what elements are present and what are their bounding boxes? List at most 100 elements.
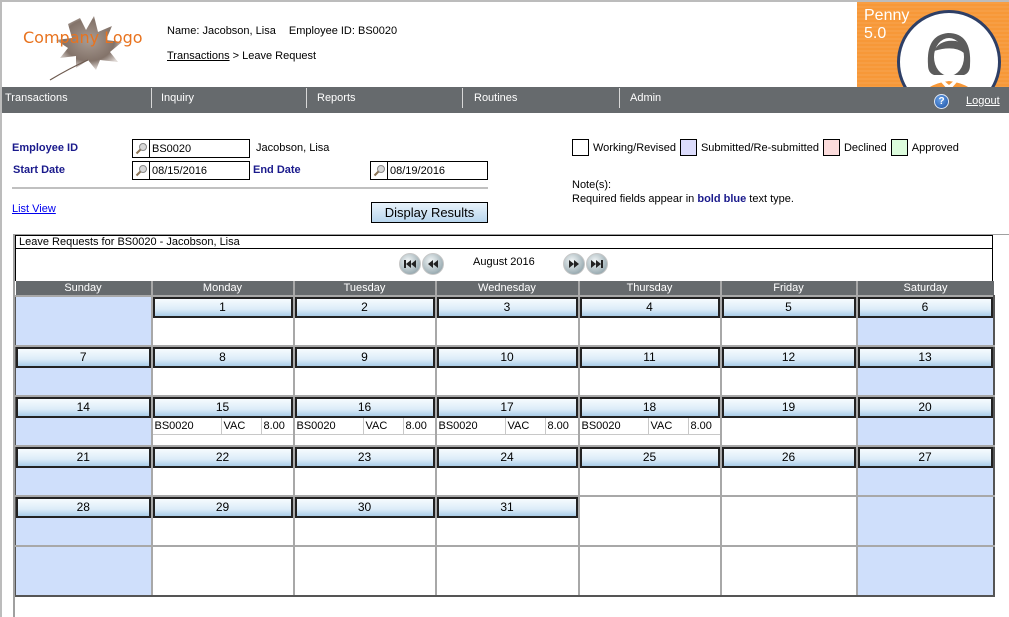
day-number-button[interactable]: 27 [857, 447, 993, 468]
day-number-button[interactable]: 4 [579, 297, 720, 318]
leave-entry[interactable]: BS0020 VAC 8.00 [294, 418, 435, 435]
end-date-input[interactable] [389, 162, 487, 179]
day-number-button[interactable]: 10 [436, 347, 578, 368]
calendar-title: Leave Requests for BS0020 - Jacobson, Li… [15, 235, 993, 249]
calendar-day-cell[interactable]: 19 [719, 395, 858, 447]
start-date-label: Start Date [13, 164, 65, 176]
calendar-lookup-icon[interactable] [133, 162, 150, 179]
calendar-lookup-icon[interactable] [371, 162, 388, 179]
nav-reports[interactable]: Reports [314, 87, 462, 113]
start-date-input[interactable] [151, 162, 249, 179]
leave-entry[interactable]: BS0020 VAC 8.00 [579, 418, 720, 435]
day-number-button[interactable]: 29 [152, 497, 293, 518]
day-number-button[interactable]: 9 [294, 347, 435, 368]
calendar-day-cell[interactable]: 31 [434, 495, 580, 547]
day-number-button[interactable]: 14 [16, 397, 151, 418]
calendar-day-cell[interactable]: 28 [15, 495, 153, 547]
calendar-day-cell[interactable]: 27 [855, 445, 995, 497]
day-number-button[interactable]: 31 [436, 497, 578, 518]
day-number-button[interactable]: 3 [436, 297, 578, 318]
day-number-button[interactable]: 11 [579, 347, 720, 368]
display-results-button[interactable]: Display Results [371, 202, 488, 223]
day-number-button[interactable]: 26 [721, 447, 856, 468]
logout-link[interactable]: Logout [966, 95, 1000, 107]
day-number-button[interactable]: 17 [436, 397, 578, 418]
previous-month-button[interactable] [422, 253, 444, 275]
notes: Note(s): Required fields appear in bold … [572, 178, 794, 206]
leave-entry[interactable]: BS0020 VAC 8.00 [152, 418, 293, 435]
nav-inquiry[interactable]: Inquiry [158, 87, 306, 113]
day-number-button[interactable]: 13 [857, 347, 993, 368]
first-month-button[interactable] [399, 253, 421, 275]
calendar-day-cell[interactable]: 2 [292, 295, 437, 347]
day-number-button[interactable]: 22 [152, 447, 293, 468]
day-number-button[interactable]: 15 [152, 397, 293, 418]
breadcrumb-separator: > [229, 50, 243, 62]
day-number-button[interactable]: 6 [857, 297, 993, 318]
day-number-button[interactable]: 16 [294, 397, 435, 418]
calendar-day-cell[interactable]: 10 [434, 345, 580, 397]
calendar-day-cell[interactable]: 30 [292, 495, 437, 547]
calendar-day-cell[interactable]: 23 [292, 445, 437, 497]
calendar-day-cell[interactable]: 6 [855, 295, 995, 347]
calendar-day-cell[interactable]: 4 [577, 295, 722, 347]
list-view-link[interactable]: List View [12, 203, 56, 215]
day-number-button[interactable]: 12 [721, 347, 856, 368]
day-number-button[interactable]: 7 [16, 347, 151, 368]
leave-entry-employee: BS0020 [437, 418, 506, 434]
calendar-day-cell[interactable]: 15 BS0020 VAC 8.00 [150, 395, 295, 447]
day-number-button[interactable]: 23 [294, 447, 435, 468]
calendar-empty-cell [577, 545, 722, 597]
calendar-day-cell[interactable]: 5 [719, 295, 858, 347]
calendar-day-cell[interactable]: 17 BS0020 VAC 8.00 [434, 395, 580, 447]
day-number-button[interactable]: 5 [721, 297, 856, 318]
nav-routines[interactable]: Routines [471, 87, 619, 113]
calendar-day-cell[interactable]: 13 [855, 345, 995, 397]
calendar-day-cell[interactable]: 8 [150, 345, 295, 397]
day-number-button[interactable]: 24 [436, 447, 578, 468]
calendar-day-cell[interactable]: 11 [577, 345, 722, 397]
breadcrumb-transactions-link[interactable]: Transactions [167, 50, 230, 62]
calendar-day-cell[interactable]: 12 [719, 345, 858, 397]
next-month-button[interactable] [563, 253, 585, 275]
calendar-day-cell[interactable]: 14 [15, 395, 153, 447]
notes-prefix: Required fields appear in [572, 193, 698, 205]
calendar-day-cell[interactable]: 20 [855, 395, 995, 447]
employee-id-input[interactable] [151, 140, 249, 157]
day-number-button[interactable]: 2 [294, 297, 435, 318]
day-number-button[interactable]: 30 [294, 497, 435, 518]
notes-title: Note(s): [572, 179, 612, 191]
calendar-day-cell[interactable]: 26 [719, 445, 858, 497]
day-number-button[interactable]: 18 [579, 397, 720, 418]
nav-transactions[interactable]: Transactions [2, 87, 150, 113]
notes-text: Required fields appear in bold blue text… [572, 192, 794, 206]
calendar-day-cell[interactable]: 18 BS0020 VAC 8.00 [577, 395, 722, 447]
day-number-button[interactable]: 1 [152, 297, 293, 318]
leave-entry[interactable]: BS0020 VAC 8.00 [436, 418, 578, 435]
last-month-button[interactable] [586, 253, 608, 275]
day-number-button[interactable]: 25 [579, 447, 720, 468]
calendar-day-cell[interactable]: 22 [150, 445, 295, 497]
calendar-day-cell[interactable]: 9 [292, 345, 437, 397]
nav-admin[interactable]: Admin [627, 87, 775, 113]
leave-entry-code: VAC [649, 418, 689, 434]
calendar-empty-cell [150, 545, 295, 597]
day-number-button[interactable]: 8 [152, 347, 293, 368]
lookup-icon[interactable] [133, 140, 150, 157]
calendar-day-cell[interactable]: 16 BS0020 VAC 8.00 [292, 395, 437, 447]
day-number-button[interactable]: 28 [16, 497, 151, 518]
day-number-button[interactable]: 20 [857, 397, 993, 418]
calendar-day-cell[interactable]: 25 [577, 445, 722, 497]
calendar-day-cell[interactable]: 1 [150, 295, 295, 347]
day-number-button[interactable]: 19 [721, 397, 856, 418]
calendar-day-cell[interactable]: 29 [150, 495, 295, 547]
calendar-day-cell[interactable]: 21 [15, 445, 153, 497]
day-number-button[interactable]: 21 [16, 447, 151, 468]
status-legend: Working/Revised Submitted/Re-submitted D… [572, 139, 963, 156]
calendar-day-cell[interactable]: 7 [15, 345, 153, 397]
help-icon[interactable]: ? [934, 94, 949, 109]
calendar-day-cell[interactable]: 24 [434, 445, 580, 497]
calendar-day-cell[interactable]: 3 [434, 295, 580, 347]
calendar-empty-cell [855, 495, 995, 547]
calendar-empty-cell [719, 545, 858, 597]
